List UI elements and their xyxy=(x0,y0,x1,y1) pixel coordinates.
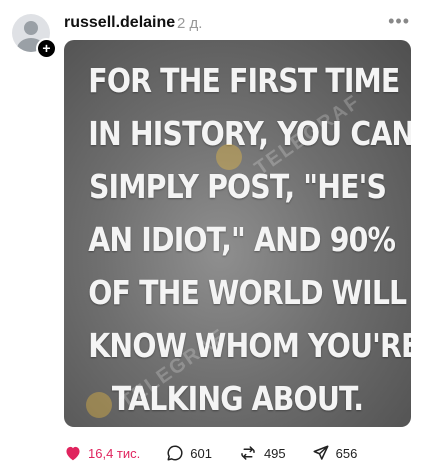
send-icon xyxy=(313,445,329,460)
username-link[interactable]: russell.delaine xyxy=(64,14,175,32)
post-time: 2 д. xyxy=(177,15,203,32)
comment-button[interactable]: 601 xyxy=(166,444,212,462)
watermark-logo-icon xyxy=(86,392,112,418)
like-count: 16,4 тис. xyxy=(88,445,141,461)
meme-line: SIMPLY POST, "HE'S xyxy=(88,167,387,206)
share-button[interactable]: 656 xyxy=(312,444,358,462)
post-image[interactable]: FOR THE FIRST TIME IN HISTORY, YOU CAN S… xyxy=(64,40,411,427)
meme-line: AN IDIOT," AND 90% xyxy=(88,220,396,259)
comment-icon xyxy=(167,445,183,461)
repost-icon xyxy=(241,446,255,460)
meme-line: OF THE WORLD WILL xyxy=(88,273,407,312)
more-options-icon[interactable]: ••• xyxy=(388,11,410,32)
meme-line: KNOW WHOM YOU'RE xyxy=(88,326,411,365)
follow-plus-icon[interactable]: + xyxy=(36,38,57,59)
repost-button[interactable]: 495 xyxy=(238,444,286,462)
post-actions-bar: 16,4 тис. 601 495 656 xyxy=(64,442,383,464)
watermark-logo-icon xyxy=(216,144,242,170)
like-button[interactable]: 16,4 тис. xyxy=(64,445,140,461)
heart-icon xyxy=(66,446,80,461)
repost-count: 495 xyxy=(263,445,286,461)
share-count: 656 xyxy=(335,445,358,461)
avatar-head-shape xyxy=(24,21,38,35)
comment-count: 601 xyxy=(190,445,212,461)
